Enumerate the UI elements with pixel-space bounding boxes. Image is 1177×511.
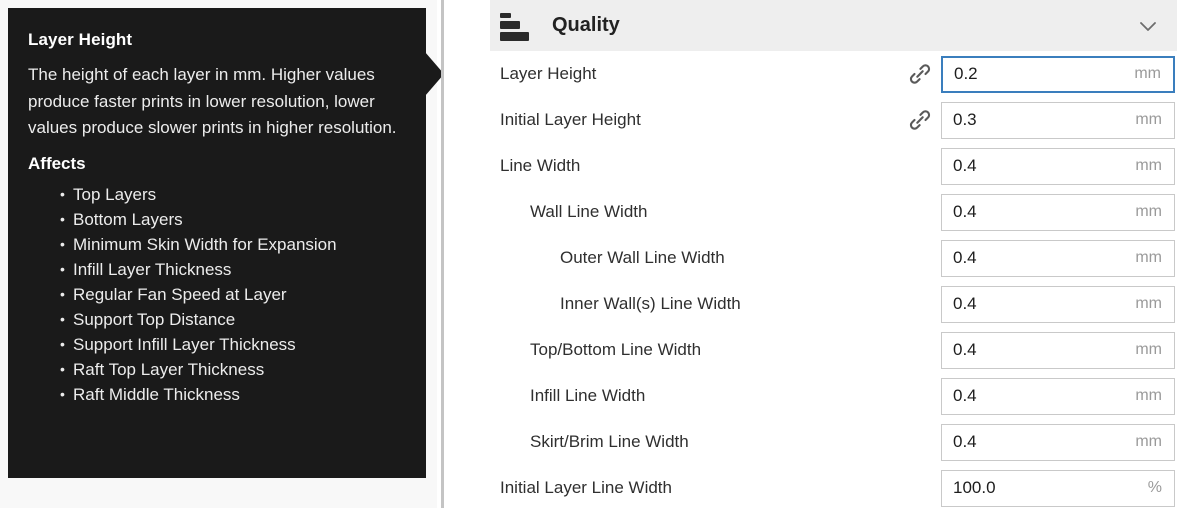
setting-row: Top/Bottom Line Width 0.4 mm [444, 327, 1177, 373]
tooltip-affects-item: Raft Middle Thickness [60, 382, 404, 407]
setting-tooltip: Layer Height The height of each layer in… [8, 8, 426, 478]
setting-value-input[interactable]: 0.4 mm [941, 331, 1175, 369]
setting-value-input[interactable]: 0.4 mm [941, 193, 1175, 231]
setting-value-input[interactable]: 0.4 mm [941, 377, 1175, 415]
tooltip-title: Layer Height [28, 30, 133, 49]
tooltip-affects-item: Raft Top Layer Thickness [60, 357, 404, 382]
setting-label: Skirt/Brim Line Width [530, 432, 689, 451]
tooltip-affects-heading: Affects [28, 153, 86, 173]
setting-value: 0.4 [953, 202, 977, 221]
layers-stack-icon [498, 11, 532, 41]
category-title: Quality [552, 14, 620, 36]
setting-label: Initial Layer Height [500, 110, 641, 129]
tooltip-affects-list: Top LayersBottom LayersMinimum Skin Widt… [28, 182, 404, 407]
tooltip-affects-item: Infill Layer Thickness [60, 257, 404, 282]
setting-label: Inner Wall(s) Line Width [560, 294, 741, 313]
setting-unit: mm [1135, 249, 1162, 266]
setting-value: 0.4 [953, 432, 977, 451]
tooltip-affects-item: Minimum Skin Width for Expansion [60, 232, 404, 257]
setting-row: Wall Line Width 0.4 mm [444, 189, 1177, 235]
setting-unit: mm [1135, 157, 1162, 174]
setting-unit: mm [1134, 65, 1161, 82]
settings-list: Layer Height 0.2 mm Initial Layer Height 0.3… [444, 51, 1177, 511]
tooltip-affects-item: Support Top Distance [60, 307, 404, 332]
setting-label: Layer Height [500, 64, 597, 83]
setting-row: Inner Wall(s) Line Width 0.4 mm [444, 281, 1177, 327]
setting-value: 0.4 [953, 340, 977, 359]
tooltip-description: The height of each layer in mm. Higher v… [28, 65, 397, 137]
setting-value-input[interactable]: 0.4 mm [941, 285, 1175, 323]
setting-label: Line Width [500, 156, 581, 175]
link-chain-icon[interactable] [905, 107, 935, 133]
setting-row: Layer Height 0.2 mm [444, 51, 1177, 97]
setting-value: 0.2 [954, 64, 978, 83]
setting-unit: mm [1135, 111, 1162, 128]
setting-value: 0.4 [953, 156, 977, 175]
setting-row: Infill Line Width 0.4 mm [444, 373, 1177, 419]
setting-value-input[interactable]: 0.4 mm [941, 239, 1175, 277]
setting-unit: mm [1135, 387, 1162, 404]
link-chain-icon[interactable] [905, 61, 935, 87]
setting-unit: mm [1135, 295, 1162, 312]
setting-row: Line Width 0.4 mm [444, 143, 1177, 189]
setting-row: Skirt/Brim Line Width 0.4 mm [444, 419, 1177, 465]
tooltip-affects-item: Regular Fan Speed at Layer [60, 282, 404, 307]
setting-unit: mm [1135, 433, 1162, 450]
tooltip-affects-item: Support Infill Layer Thickness [60, 332, 404, 357]
setting-unit: % [1147, 479, 1162, 496]
setting-value: 0.4 [953, 248, 977, 267]
setting-value: 0.4 [953, 386, 977, 405]
settings-pane: Quality Layer Height 0.2 mm Initial Layer H… [444, 0, 1177, 508]
settings-screen: Layer Height The height of each layer in… [0, 0, 1177, 508]
setting-label: Outer Wall Line Width [560, 248, 725, 267]
category-header-quality[interactable]: Quality [490, 0, 1177, 51]
setting-value-input[interactable]: 0.2 mm [941, 55, 1175, 93]
setting-value: 0.4 [953, 294, 977, 313]
setting-value-input[interactable]: 0.4 mm [941, 147, 1175, 185]
tooltip-pane: Layer Height The height of each layer in… [0, 0, 444, 508]
setting-label: Wall Line Width [530, 202, 648, 221]
setting-value: 0.3 [953, 110, 977, 129]
setting-label: Infill Line Width [530, 386, 646, 405]
setting-row: Outer Wall Line Width 0.4 mm [444, 235, 1177, 281]
setting-row: Initial Layer Line Width 100.0% [444, 465, 1177, 511]
tooltip-affects-item: Bottom Layers [60, 207, 404, 232]
setting-unit: mm [1135, 341, 1162, 358]
setting-unit: mm [1135, 203, 1162, 220]
tooltip-affects-item: Top Layers [60, 182, 404, 207]
setting-value-input[interactable]: 0.4 mm [941, 423, 1175, 461]
setting-label: Initial Layer Line Width [500, 478, 672, 497]
setting-value-input[interactable]: 100.0% [941, 469, 1175, 507]
setting-value: 100.0 [953, 478, 996, 497]
setting-value-input[interactable]: 0.3 mm [941, 101, 1175, 139]
setting-label: Top/Bottom Line Width [530, 340, 702, 359]
setting-row: Initial Layer Height 0.3 mm [444, 97, 1177, 143]
chevron-down-icon[interactable] [1137, 15, 1159, 37]
